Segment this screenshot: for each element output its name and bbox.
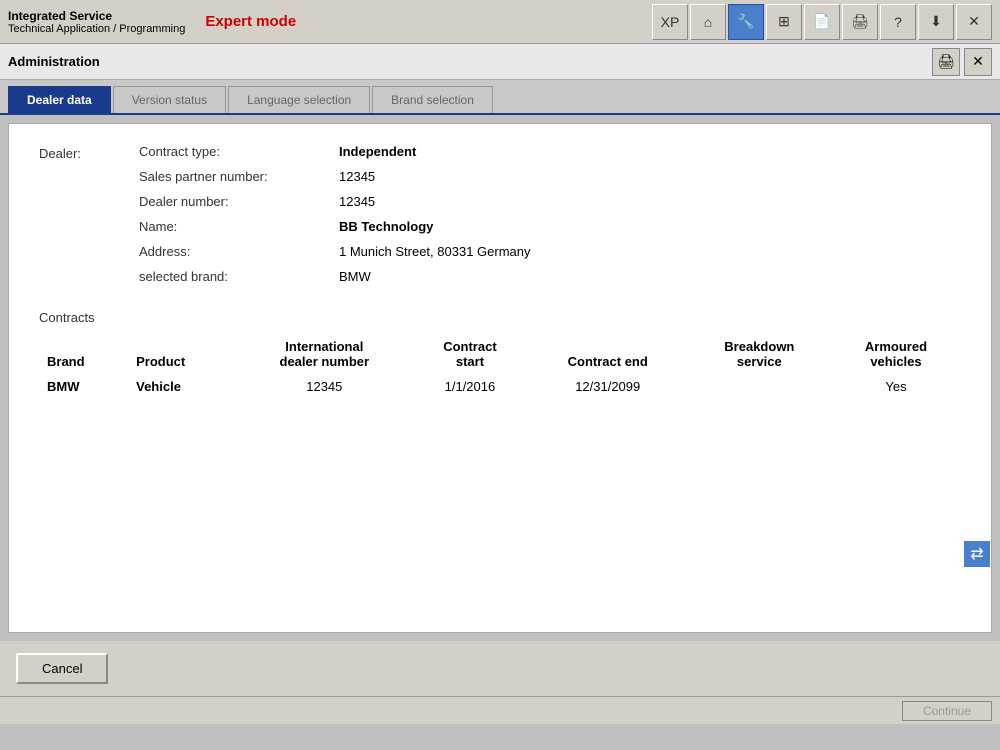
- dealer-data-tab[interactable]: Dealer data: [8, 86, 111, 113]
- admin-close-button[interactable]: ✕: [964, 48, 992, 76]
- app-title: Integrated Service Technical Application…: [8, 9, 185, 35]
- tab-bar: Dealer data Version status Language sele…: [0, 80, 1000, 115]
- expert-mode-label: Expert mode: [205, 13, 296, 30]
- version-status-tab[interactable]: Version status: [113, 86, 226, 113]
- col-header-intl-dealer: Internationaldealer number: [236, 335, 412, 373]
- contract-type-value: Independent: [339, 144, 416, 159]
- window-close-button[interactable]: ✕: [956, 4, 992, 40]
- clipboard-button[interactable]: 📄: [804, 4, 840, 40]
- name-value: BB Technology: [339, 219, 433, 234]
- toolbar: Integrated Service Technical Application…: [0, 0, 1000, 44]
- row-armoured: Yes: [831, 373, 961, 400]
- name-label: Name:: [139, 219, 339, 234]
- sales-partner-row: Sales partner number: 12345: [139, 169, 961, 184]
- grid-button[interactable]: ⊞: [766, 4, 802, 40]
- bottom-area: Cancel: [0, 641, 1000, 696]
- row-contract-start: 1/1/2016: [412, 373, 528, 400]
- contracts-table: Brand Product Internationaldealer number…: [39, 335, 961, 400]
- status-bar: Continue: [0, 696, 1000, 724]
- selected-brand-row: selected brand: BMW: [139, 269, 961, 284]
- col-header-contract-start: Contractstart: [412, 335, 528, 373]
- admin-title: Administration: [8, 54, 100, 69]
- row-brand: BMW: [39, 373, 128, 400]
- dealer-section-label: Dealer:: [39, 144, 139, 294]
- selected-brand-label: selected brand:: [139, 269, 339, 284]
- contracts-section: Contracts Brand Product Internationaldea…: [39, 310, 961, 400]
- contract-type-row: Contract type: Independent: [139, 144, 961, 159]
- sales-partner-label: Sales partner number:: [139, 169, 339, 184]
- xp-button[interactable]: XP: [652, 4, 688, 40]
- dealer-fields: Contract type: Independent Sales partner…: [139, 144, 961, 294]
- dealer-number-row: Dealer number: 12345: [139, 194, 961, 209]
- brand-selection-tab[interactable]: Brand selection: [372, 86, 493, 113]
- toolbar-buttons: XP ⌂ 🔧 ⊞ 📄 🖨 ? ⬇ ✕: [652, 4, 992, 40]
- side-scroll-arrow[interactable]: ⇄: [964, 541, 990, 567]
- app-line2: Technical Application / Programming: [8, 23, 185, 35]
- cancel-button[interactable]: Cancel: [16, 653, 108, 684]
- dealer-section: Dealer: Contract type: Independent Sales…: [39, 144, 961, 294]
- col-header-product: Product: [128, 335, 236, 373]
- admin-bar: Administration 🖨 ✕: [0, 44, 1000, 80]
- address-value: 1 Munich Street, 80331 Germany: [339, 244, 531, 259]
- table-row: BMW Vehicle 12345 1/1/2016 12/31/2099 Ye…: [39, 373, 961, 400]
- selected-brand-value: BMW: [339, 269, 371, 284]
- app-line1: Integrated Service: [8, 9, 185, 23]
- admin-icon-group: 🖨 ✕: [932, 48, 992, 76]
- name-row: Name: BB Technology: [139, 219, 961, 234]
- contracts-label: Contracts: [39, 310, 961, 325]
- main-content: Dealer: Contract type: Independent Sales…: [8, 123, 992, 633]
- print-button[interactable]: 🖨: [842, 4, 878, 40]
- col-header-armoured: Armouredvehicles: [831, 335, 961, 373]
- home-button[interactable]: ⌂: [690, 4, 726, 40]
- download-button[interactable]: ⬇: [918, 4, 954, 40]
- col-header-breakdown: Breakdownservice: [688, 335, 831, 373]
- row-breakdown: [688, 373, 831, 400]
- address-label: Address:: [139, 244, 339, 259]
- contract-type-label: Contract type:: [139, 144, 339, 159]
- contracts-header-row: Brand Product Internationaldealer number…: [39, 335, 961, 373]
- sales-partner-value: 12345: [339, 169, 375, 184]
- dealer-number-label: Dealer number:: [139, 194, 339, 209]
- row-intl-dealer: 12345: [236, 373, 412, 400]
- admin-print-button[interactable]: 🖨: [932, 48, 960, 76]
- col-header-brand: Brand: [39, 335, 128, 373]
- continue-button[interactable]: Continue: [902, 701, 992, 721]
- col-header-contract-end: Contract end: [528, 335, 688, 373]
- address-row: Address: 1 Munich Street, 80331 Germany: [139, 244, 961, 259]
- row-contract-end: 12/31/2099: [528, 373, 688, 400]
- wrench-button[interactable]: 🔧: [728, 4, 764, 40]
- row-product: Vehicle: [128, 373, 236, 400]
- help-button[interactable]: ?: [880, 4, 916, 40]
- dealer-number-value: 12345: [339, 194, 375, 209]
- language-selection-tab[interactable]: Language selection: [228, 86, 370, 113]
